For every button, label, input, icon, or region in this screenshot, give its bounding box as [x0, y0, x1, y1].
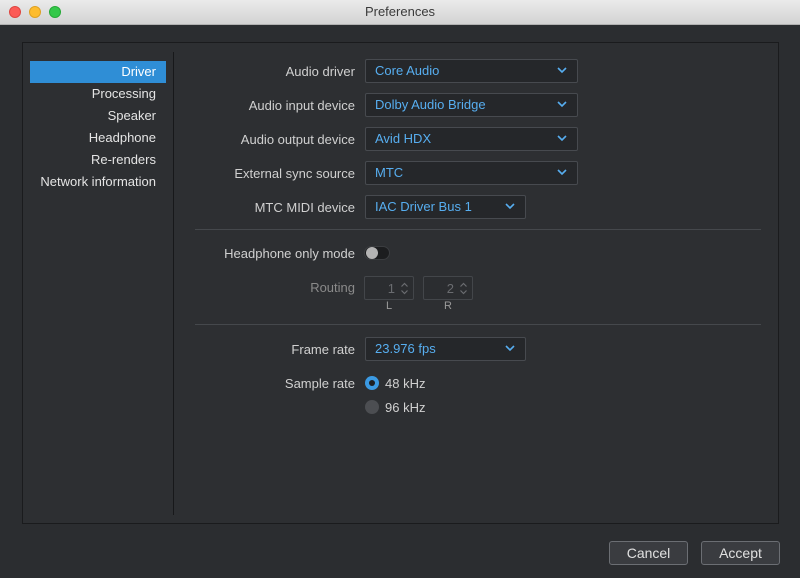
audio-input-device-select[interactable]: Dolby Audio Bridge: [365, 93, 578, 117]
mtc-midi-device-label: MTC MIDI device: [254, 200, 355, 215]
stepper-arrows-icon: [460, 282, 467, 295]
sidebar-item-headphone[interactable]: Headphone: [30, 127, 166, 149]
sidebar-item-network-information[interactable]: Network information: [30, 171, 166, 193]
routing-right-stepper[interactable]: 2: [423, 276, 473, 300]
frame-rate-select[interactable]: 23.976 fps: [365, 337, 526, 361]
routing-right-value: 2: [446, 281, 454, 296]
stepper-arrows-icon: [401, 282, 408, 295]
sample-rate-48khz-radio[interactable]: [365, 376, 379, 390]
sample-rate-96khz-label[interactable]: 96 kHz: [385, 400, 425, 415]
audio-driver-value: Core Audio: [375, 63, 440, 78]
sidebar-item-processing[interactable]: Processing: [30, 83, 166, 105]
headphone-only-mode-toggle[interactable]: [364, 246, 390, 260]
frame-rate-value: 23.976 fps: [375, 341, 436, 356]
audio-output-device-select[interactable]: Avid HDX: [365, 127, 578, 151]
routing-right-channel-label: R: [444, 300, 452, 312]
sample-rate-label: Sample rate: [284, 376, 355, 391]
chevron-down-icon: [557, 67, 567, 74]
section-divider: [195, 229, 761, 230]
sidebar-divider: [173, 52, 174, 515]
sidebar-item-speaker[interactable]: Speaker: [30, 105, 166, 127]
window-title: Preferences: [364, 4, 436, 19]
routing-left-stepper[interactable]: 1: [364, 276, 414, 300]
headphone-only-mode-label: Headphone only mode: [224, 246, 355, 261]
external-sync-source-select[interactable]: MTC: [365, 161, 578, 185]
section-divider: [195, 324, 761, 325]
title-bar: Preferences: [0, 0, 800, 25]
cancel-button[interactable]: Cancel: [609, 541, 688, 565]
routing-left-value: 1: [387, 281, 395, 296]
routing-label: Routing: [310, 280, 355, 295]
sample-rate-96khz-radio[interactable]: [365, 400, 379, 414]
audio-input-device-label: Audio input device: [248, 98, 355, 113]
chevron-down-icon: [505, 345, 515, 352]
external-sync-source-value: MTC: [375, 165, 404, 180]
chevron-down-icon: [557, 169, 567, 176]
chevron-down-icon: [505, 203, 515, 210]
sidebar-item-driver[interactable]: Driver: [30, 61, 166, 83]
sidebar-item-re-renders[interactable]: Re-renders: [30, 149, 166, 171]
accept-button[interactable]: Accept: [701, 541, 780, 565]
audio-input-device-value: Dolby Audio Bridge: [375, 97, 486, 112]
audio-driver-select[interactable]: Core Audio: [365, 59, 578, 83]
mtc-midi-device-select[interactable]: IAC Driver Bus 1: [365, 195, 526, 219]
sample-rate-48khz-label[interactable]: 48 kHz: [385, 376, 425, 391]
toggle-knob: [366, 247, 378, 259]
sidebar-nav: Driver Processing Speaker Headphone Re-r…: [30, 61, 166, 193]
chevron-down-icon: [557, 135, 567, 142]
chevron-down-icon: [557, 101, 567, 108]
audio-driver-label: Audio driver: [285, 64, 355, 79]
external-sync-source-label: External sync source: [234, 166, 355, 181]
routing-left-channel-label: L: [385, 300, 393, 312]
audio-output-device-label: Audio output device: [240, 132, 355, 147]
mtc-midi-device-value: IAC Driver Bus 1: [375, 199, 472, 214]
frame-rate-label: Frame rate: [291, 342, 355, 357]
audio-output-device-value: Avid HDX: [375, 131, 432, 146]
